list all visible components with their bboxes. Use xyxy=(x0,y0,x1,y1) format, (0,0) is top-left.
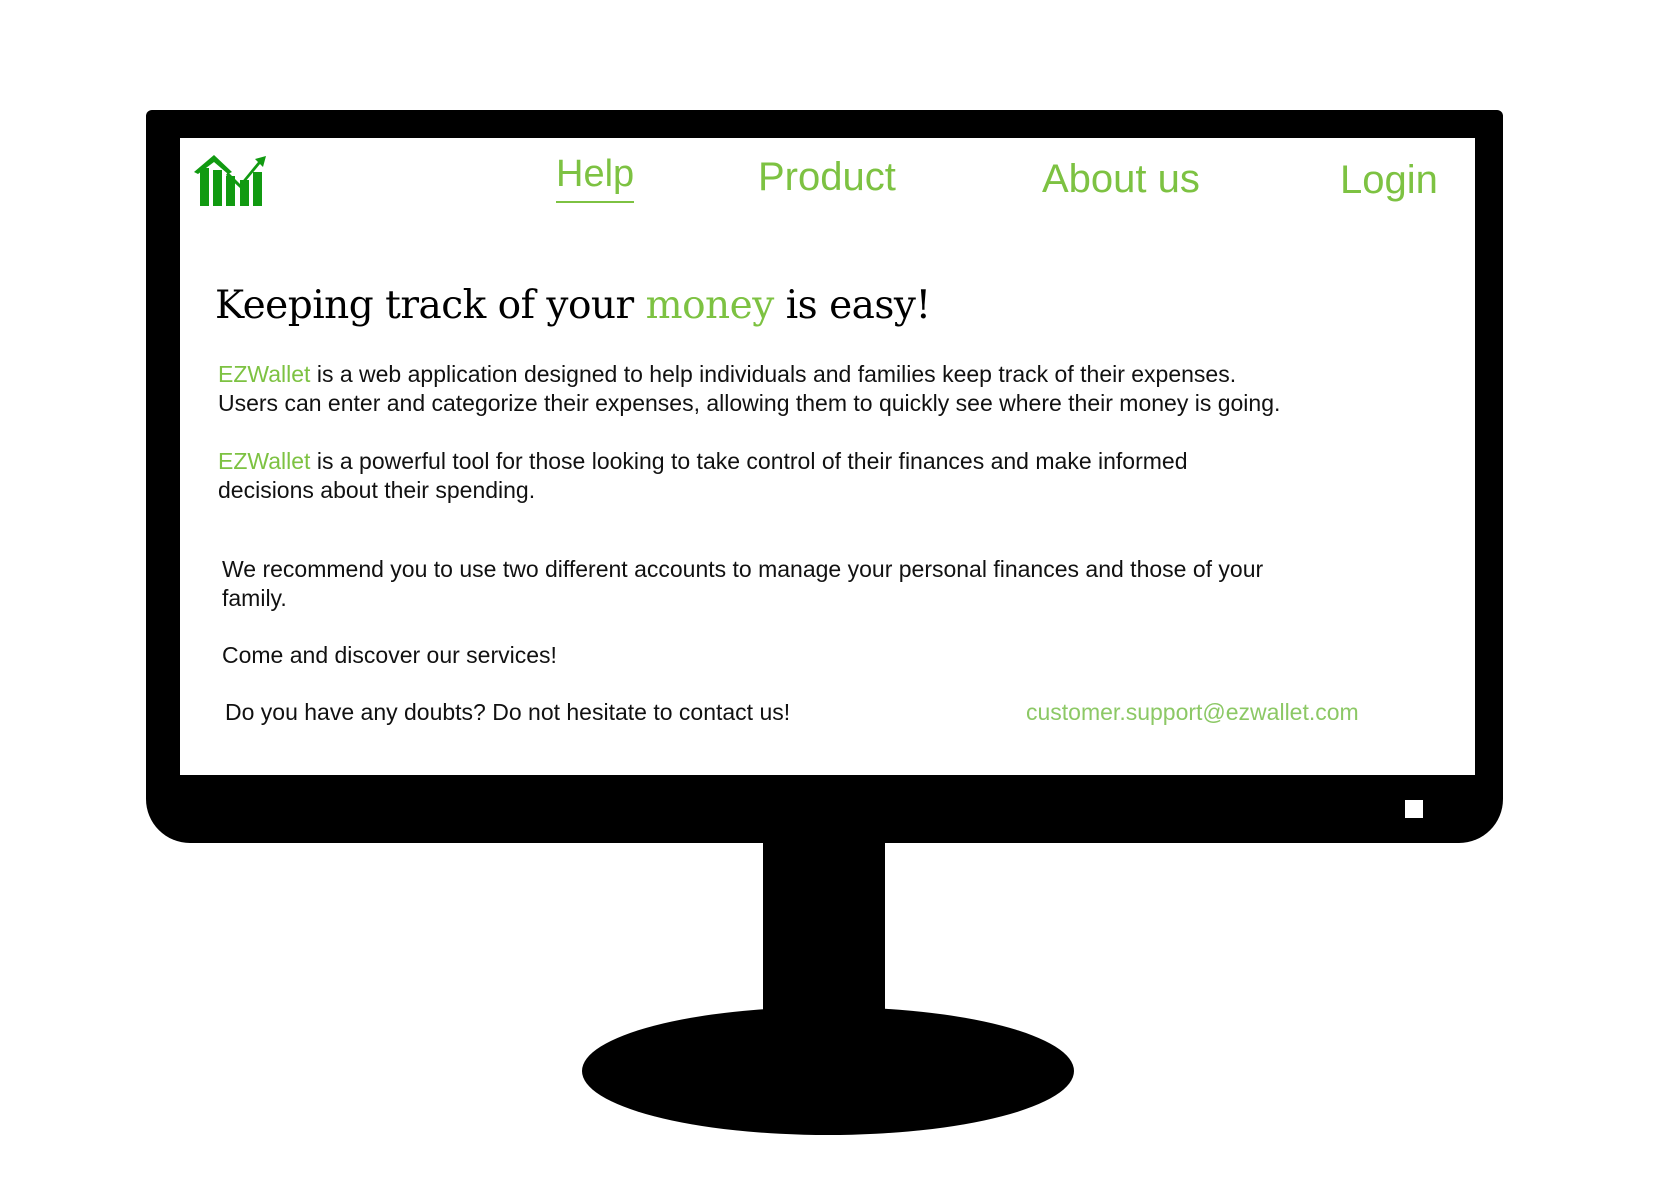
brand-name: EZWallet xyxy=(218,448,311,474)
nav-login-link[interactable]: Login xyxy=(1340,160,1438,200)
title-before: Keeping track of your xyxy=(215,283,646,328)
monitor-base xyxy=(582,1007,1074,1135)
monitor-neck xyxy=(763,842,885,1012)
nav-about-link[interactable]: About us xyxy=(1042,159,1200,199)
title-after: is easy! xyxy=(773,283,931,328)
tool-line1: is a powerful tool for those looking to … xyxy=(310,448,1188,474)
brand-name: EZWallet xyxy=(218,361,311,387)
nav-help-link[interactable]: Help xyxy=(556,155,635,203)
intro-line1: is a web application designed to help in… xyxy=(310,361,1237,387)
logo-chart-icon[interactable] xyxy=(192,146,268,208)
intro-paragraph: EZWallet is a web application designed t… xyxy=(218,360,1280,418)
nav-product-link[interactable]: Product xyxy=(758,157,896,197)
contact-paragraph: Do you have any doubts? Do not hesitate … xyxy=(225,699,791,725)
recommend-line1: We recommend you to use two different ac… xyxy=(222,556,1264,582)
screen: Help Product About us Login Keeping trac… xyxy=(180,138,1475,775)
intro-line2: Users can enter and categorize their exp… xyxy=(218,390,1281,416)
recommend-paragraph: We recommend you to use two different ac… xyxy=(222,555,1263,613)
page-title: Keeping track of your money is easy! xyxy=(215,283,931,328)
discover-paragraph: Come and discover our services! xyxy=(222,642,557,668)
support-email-link[interactable]: customer.support@ezwallet.com xyxy=(1026,698,1359,727)
title-highlight: money xyxy=(645,283,775,328)
tool-line2: decisions about their spending. xyxy=(218,477,536,503)
tool-paragraph: EZWallet is a powerful tool for those lo… xyxy=(218,447,1188,505)
recommend-line2: family. xyxy=(222,585,287,611)
power-indicator xyxy=(1405,800,1423,818)
